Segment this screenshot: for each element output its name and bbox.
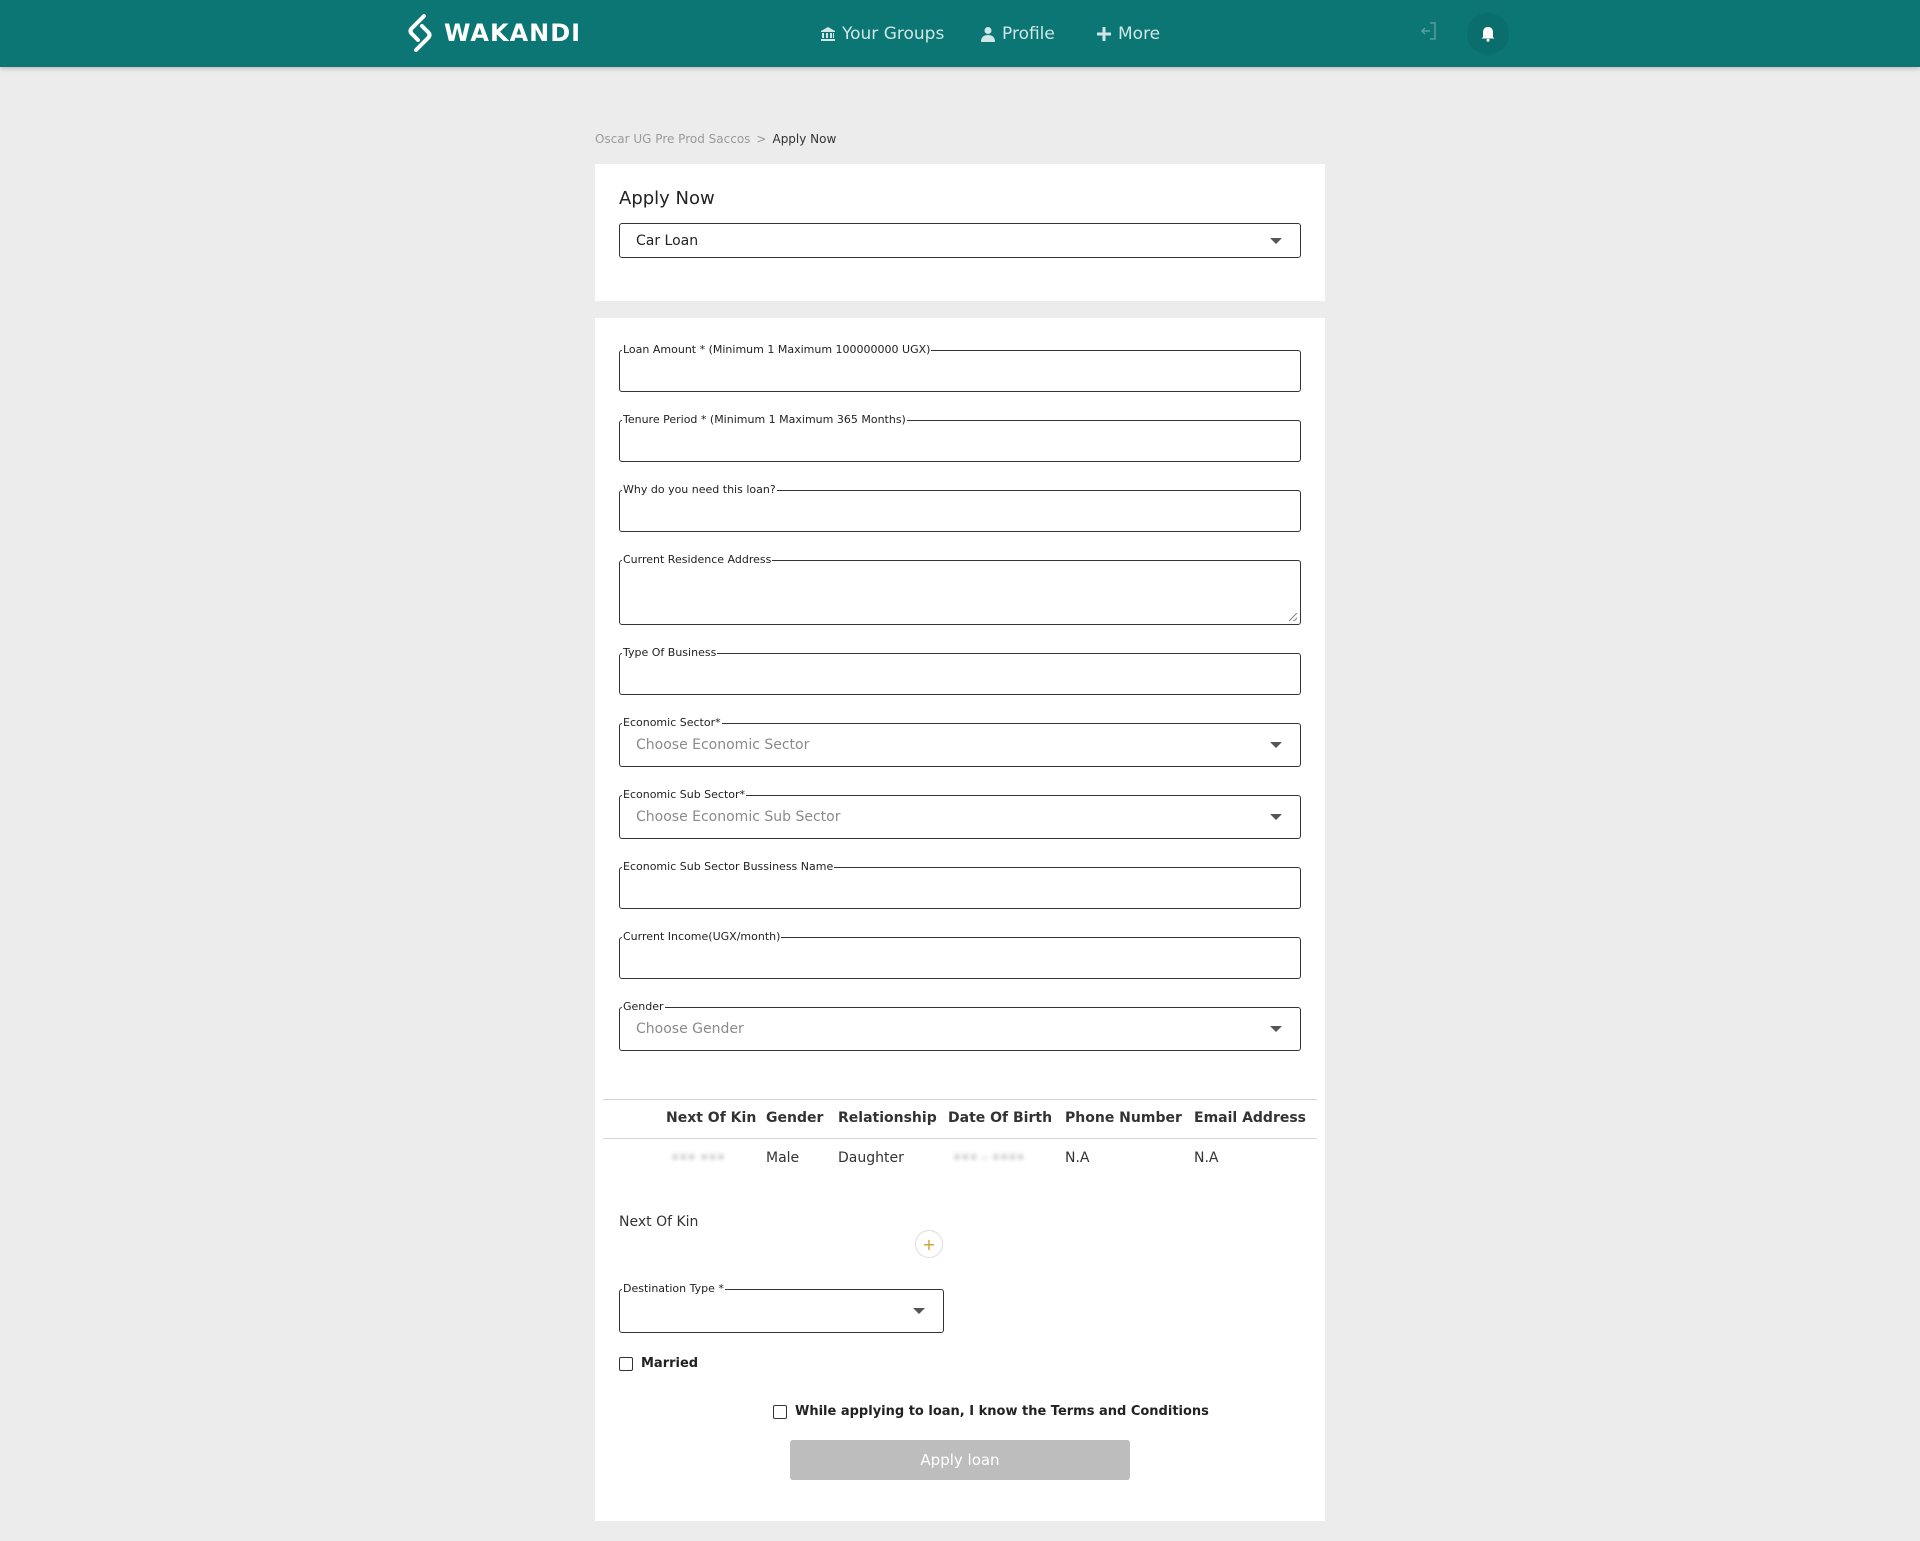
sub-sector-business-name-field[interactable]: Economic Sub Sector Bussiness Name	[619, 860, 1301, 909]
gender-select[interactable]: Gender Choose Gender	[619, 1000, 1301, 1051]
next-of-kin-heading: Next Of Kin	[619, 1214, 699, 1230]
table-header: Phone Number	[1065, 1110, 1182, 1126]
plus-icon	[1097, 26, 1111, 41]
breadcrumb-current: Apply Now	[772, 132, 837, 146]
field-label: Why do you need this loan?	[622, 483, 777, 497]
nav-your-groups[interactable]: Your Groups	[820, 0, 944, 67]
nav-label: Profile	[1002, 23, 1055, 44]
select-placeholder: Choose Economic Sub Sector	[636, 809, 841, 825]
married-checkbox-row: Married	[619, 1356, 698, 1371]
kin-name-cell: ••• •••	[671, 1150, 725, 1166]
loan-type-select[interactable]: Car Loan	[619, 223, 1301, 258]
table-divider	[603, 1099, 1317, 1100]
user-icon	[981, 26, 995, 42]
table-header: Next Of Kin	[666, 1110, 757, 1126]
page-title: Apply Now	[619, 188, 715, 209]
married-label: Married	[641, 1356, 699, 1371]
kin-dob-cell: ••• - ••••	[953, 1150, 1025, 1166]
top-navbar: WAKANDI Your Groups Profile More	[0, 0, 1920, 67]
terms-checkbox-row: While applying to loan, I know the Terms…	[773, 1404, 1209, 1419]
field-label: Destination Type *	[622, 1282, 725, 1296]
tenure-period-field[interactable]: Tenure Period * (Minimum 1 Maximum 365 M…	[619, 413, 1301, 462]
kin-gender-cell: Male	[766, 1150, 800, 1166]
chevron-down-icon	[1270, 1026, 1282, 1032]
apply-loan-button[interactable]: Apply loan	[790, 1440, 1130, 1480]
table-divider	[603, 1138, 1317, 1139]
select-placeholder: Choose Economic Sector	[636, 737, 810, 753]
nav-label: More	[1118, 23, 1161, 44]
chevron-down-icon	[1270, 814, 1282, 820]
brand-name: WAKANDI	[444, 19, 582, 47]
breadcrumb-parent[interactable]: Oscar UG Pre Prod Saccos	[595, 132, 750, 146]
loan-amount-field[interactable]: Loan Amount * (Minimum 1 Maximum 1000000…	[619, 343, 1301, 392]
current-income-field[interactable]: Current Income(UGX/month)	[619, 930, 1301, 979]
add-next-of-kin-button[interactable]: +	[915, 1230, 943, 1258]
brand-logo[interactable]: WAKANDI	[404, 14, 581, 52]
bank-icon	[821, 26, 835, 41]
table-header: Relationship	[838, 1110, 937, 1126]
table-header: Email Address	[1194, 1110, 1307, 1126]
resize-handle[interactable]	[1289, 613, 1297, 621]
field-label: Current Income(UGX/month)	[622, 930, 782, 944]
kin-relationship-cell: Daughter	[838, 1150, 904, 1166]
field-label: Current Residence Address	[622, 553, 773, 567]
residence-address-field[interactable]: Current Residence Address	[619, 553, 1301, 625]
terms-label: While applying to loan, I know the Terms…	[795, 1404, 1209, 1419]
nav-more[interactable]: More	[1096, 0, 1160, 67]
kin-phone-cell: N.A	[1065, 1150, 1090, 1166]
married-checkbox[interactable]	[619, 1356, 633, 1371]
breadcrumb: Oscar UG Pre Prod Saccos > Apply Now	[595, 132, 836, 146]
kin-email-cell: N.A	[1194, 1150, 1219, 1166]
loan-form-card: Loan Amount * (Minimum 1 Maximum 1000000…	[595, 318, 1325, 1521]
loan-reason-field[interactable]: Why do you need this loan?	[619, 483, 1301, 532]
business-type-field[interactable]: Type Of Business	[619, 646, 1301, 695]
field-label: Economic Sector*	[622, 716, 722, 730]
notifications-button[interactable]	[1467, 13, 1509, 55]
nav-profile[interactable]: Profile	[980, 0, 1055, 67]
economic-sub-sector-select[interactable]: Economic Sub Sector* Choose Economic Sub…	[619, 788, 1301, 839]
select-placeholder: Choose Gender	[636, 1021, 744, 1037]
bell-icon	[1481, 27, 1495, 42]
table-header: Date Of Birth	[948, 1110, 1053, 1126]
field-label: Tenure Period * (Minimum 1 Maximum 365 M…	[622, 413, 907, 427]
chevron-down-icon	[1270, 237, 1282, 244]
table-header: Gender	[766, 1110, 824, 1126]
field-label: Economic Sub Sector*	[622, 788, 747, 802]
field-label: Economic Sub Sector Bussiness Name	[622, 860, 835, 874]
destination-type-select[interactable]: Destination Type *	[619, 1282, 944, 1333]
loan-type-card: Apply Now Car Loan	[595, 164, 1325, 301]
plus-icon: +	[922, 1234, 936, 1254]
chevron-down-icon	[913, 1308, 925, 1314]
field-label: Gender	[622, 1000, 665, 1014]
wakandi-logo-icon	[408, 14, 432, 52]
logout-icon[interactable]	[1418, 20, 1438, 42]
breadcrumb-separator: >	[756, 132, 767, 146]
chevron-down-icon	[1270, 742, 1282, 748]
economic-sector-select[interactable]: Economic Sector* Choose Economic Sector	[619, 716, 1301, 767]
nav-label: Your Groups	[842, 23, 945, 44]
terms-checkbox[interactable]	[773, 1404, 787, 1419]
loan-type-value: Car Loan	[636, 232, 699, 249]
field-label: Type Of Business	[622, 646, 718, 660]
field-label: Loan Amount * (Minimum 1 Maximum 1000000…	[622, 343, 932, 357]
